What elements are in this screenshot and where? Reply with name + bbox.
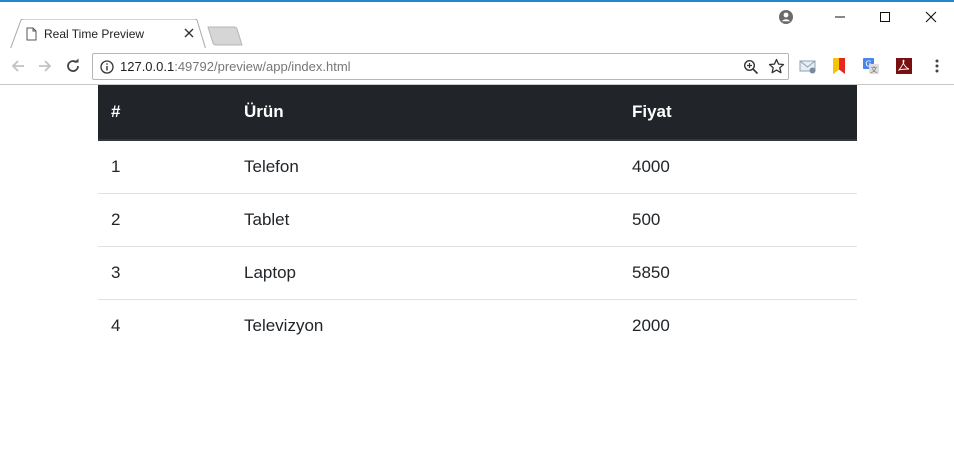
table-row: 3 Laptop 5850 xyxy=(98,246,857,300)
url-text[interactable]: 127.0.0.1:49792/preview/app/index.html xyxy=(120,59,351,74)
products-table: # Ürün Fiyat 1 Telefon 4000 2 Tablet 500… xyxy=(98,85,857,352)
document-icon xyxy=(26,27,37,41)
tab-strip: Real Time Preview xyxy=(0,2,954,50)
row-price: 2000 xyxy=(632,315,670,335)
back-icon[interactable] xyxy=(9,57,27,75)
menu-icon[interactable] xyxy=(928,57,946,75)
page-content: # Ürün Fiyat 1 Telefon 4000 2 Tablet 500… xyxy=(0,85,954,462)
profile-icon[interactable] xyxy=(778,9,794,25)
browser-tab[interactable]: Real Time Preview xyxy=(10,19,206,50)
info-icon[interactable] xyxy=(100,60,114,74)
row-product: Televizyon xyxy=(244,315,324,335)
url-path: :49792/preview/app/index.html xyxy=(174,59,351,74)
row-price: 5850 xyxy=(619,246,857,300)
svg-text:文: 文 xyxy=(871,65,878,74)
row-index: 2 xyxy=(98,193,231,247)
row-product: Laptop xyxy=(231,246,619,300)
row-product: Telefon xyxy=(231,140,619,194)
mail-icon[interactable] xyxy=(799,57,817,75)
reload-icon[interactable] xyxy=(64,57,82,75)
zoom-icon[interactable] xyxy=(743,59,759,75)
minimize-icon[interactable] xyxy=(825,6,855,28)
table-row: 1 Telefon 4000 xyxy=(98,140,857,194)
forward-icon[interactable] xyxy=(36,57,54,75)
row-index: 1 xyxy=(98,140,231,194)
browser-toolbar: 127.0.0.1:49792/preview/app/index.html G… xyxy=(0,48,954,85)
new-tab-button[interactable] xyxy=(206,26,244,46)
header-row: # Ürün Fiyat xyxy=(98,85,857,141)
row-price: 500 xyxy=(619,193,857,247)
table-row: 4 Televizyon 2000 xyxy=(98,299,857,352)
table-body: 1 Telefon 4000 2 Tablet 500 3 Laptop 585… xyxy=(98,140,857,352)
table-row: 2 Tablet 500 xyxy=(98,193,857,247)
header-index: # xyxy=(98,85,231,141)
header-price: Fiyat xyxy=(619,85,857,141)
header-product: Ürün xyxy=(231,85,619,141)
row-price: 4000 xyxy=(619,140,857,194)
translate-icon[interactable]: G 文 xyxy=(862,57,880,75)
maximize-icon[interactable] xyxy=(870,6,900,28)
table-header: # Ürün Fiyat xyxy=(98,85,857,141)
row-product: Tablet xyxy=(231,193,619,247)
pdf-icon[interactable] xyxy=(895,57,913,75)
url-host: 127.0.0.1 xyxy=(120,59,175,74)
bookmark-icon[interactable] xyxy=(830,57,848,75)
row-index: 3 xyxy=(98,246,231,300)
tab-title: Real Time Preview xyxy=(44,27,145,41)
star-icon[interactable] xyxy=(768,58,785,75)
address-bar[interactable]: 127.0.0.1:49792/preview/app/index.html xyxy=(92,53,789,80)
close-icon[interactable] xyxy=(182,26,196,40)
close-window-icon[interactable] xyxy=(916,6,946,28)
row-index: 4 xyxy=(111,315,121,335)
